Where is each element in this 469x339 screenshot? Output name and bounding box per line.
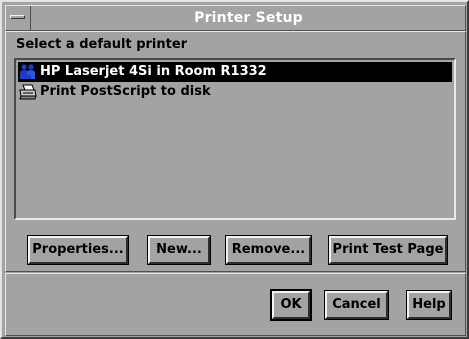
dialog-content: Select a default printer HP Laserjet 4Si…	[5, 31, 466, 272]
dialog-footer: OK Cancel Help	[5, 273, 466, 336]
printer-list-item-hp-laserjet[interactable]: HP Laserjet 4Si in Room R1332	[18, 62, 452, 82]
window-menu-button[interactable]	[6, 6, 31, 30]
window-menu-icon	[10, 15, 25, 19]
ok-button[interactable]: OK	[270, 289, 312, 321]
printer-list-label: Select a default printer	[16, 37, 188, 52]
printer-setup-dialog: Printer Setup Select a default printer H…	[0, 0, 469, 339]
printer-name: HP Laserjet 4Si in Room R1332	[40, 64, 267, 79]
printer-list[interactable]: HP Laserjet 4Si in Room R1332 Print Post…	[14, 58, 456, 220]
print-test-page-button[interactable]: Print Test Page	[328, 235, 448, 265]
new-printer-button[interactable]: New...	[147, 235, 211, 265]
help-button[interactable]: Help	[406, 290, 452, 320]
network-printer-icon	[19, 63, 37, 81]
cancel-button[interactable]: Cancel	[324, 290, 389, 320]
printer-icon	[19, 83, 37, 101]
printer-name: Print PostScript to disk	[40, 84, 211, 99]
remove-printer-button[interactable]: Remove...	[225, 235, 312, 265]
title-bar[interactable]: Printer Setup	[5, 5, 466, 31]
properties-button[interactable]: Properties...	[27, 235, 129, 265]
printer-list-item-postscript-disk[interactable]: Print PostScript to disk	[18, 82, 452, 102]
window-title: Printer Setup	[194, 10, 303, 26]
